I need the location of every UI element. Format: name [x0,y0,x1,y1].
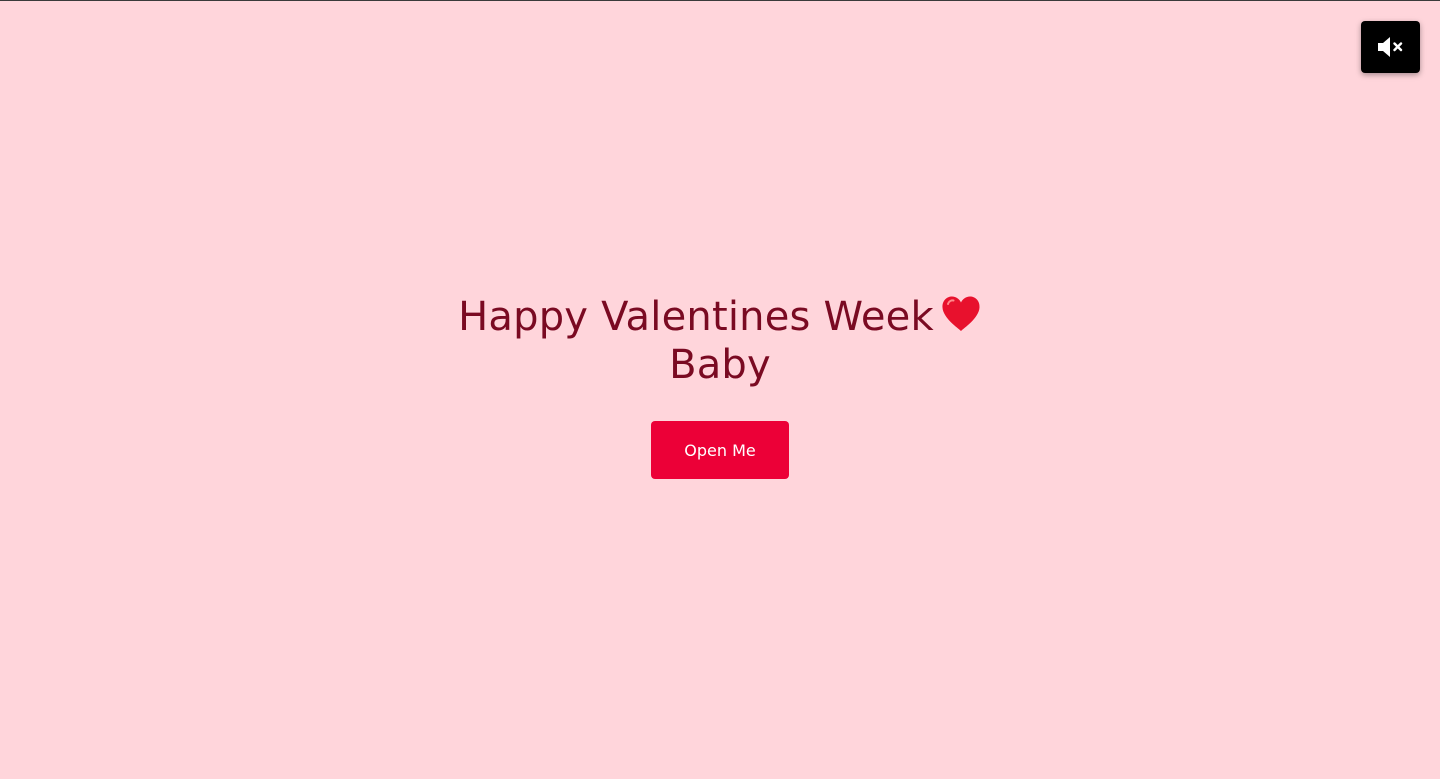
greeting-section: Happy Valentines Week Baby Open Me [0,293,1440,479]
speaker-muted-icon [1376,36,1406,58]
greeting-heading: Happy Valentines Week Baby [440,293,1000,389]
greeting-line1: Happy Valentines Week [458,294,934,340]
red-heart-icon [940,295,982,333]
greeting-line2: Baby [669,342,771,388]
open-me-button[interactable]: Open Me [651,421,789,479]
mute-toggle-button[interactable] [1361,21,1420,73]
